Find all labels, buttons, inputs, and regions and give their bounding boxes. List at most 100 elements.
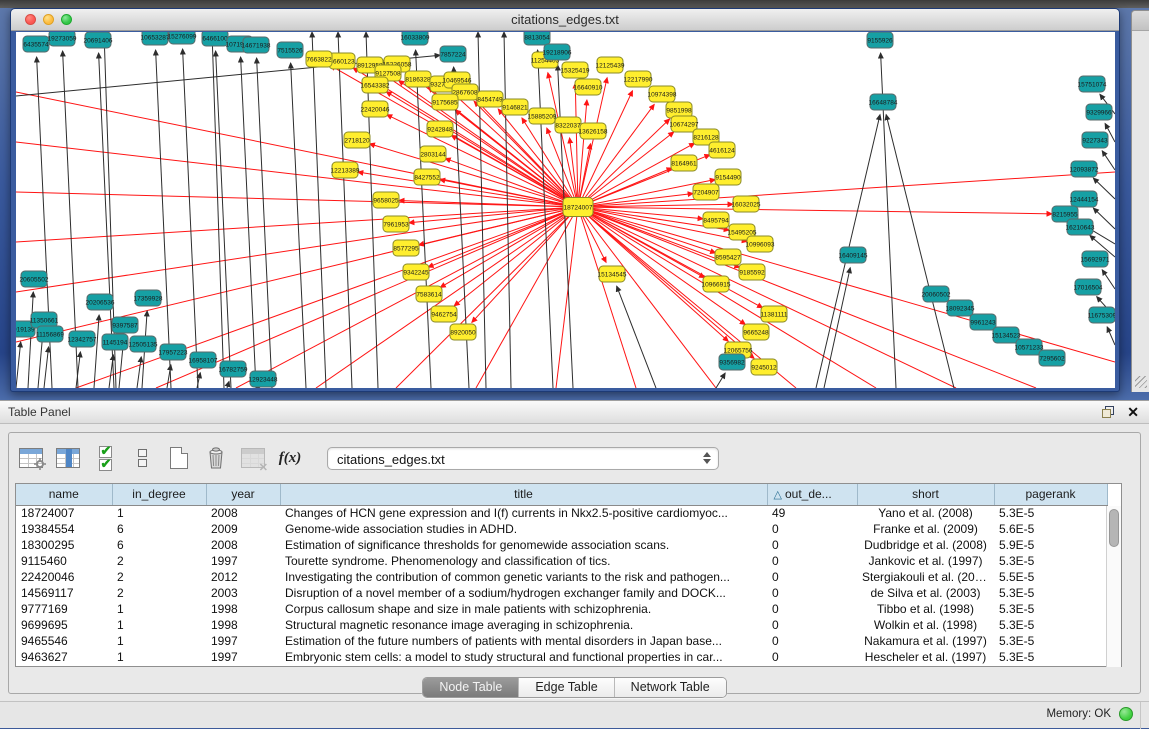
column-header-year[interactable]: year xyxy=(206,484,280,505)
graph-node[interactable]: 9245012 xyxy=(751,359,777,375)
graph-node[interactable]: 9329966 xyxy=(1086,104,1112,120)
citation-edge-black[interactable] xyxy=(212,32,224,388)
graph-node[interactable]: 16032025 xyxy=(732,196,761,212)
citation-edge-black[interactable] xyxy=(291,63,306,388)
graph-node[interactable]: 8577295 xyxy=(393,240,419,256)
citation-edge-black[interactable] xyxy=(1107,327,1115,345)
graph-node[interactable]: 8322037 xyxy=(555,117,581,133)
graph-node[interactable]: 16409145 xyxy=(839,247,868,263)
graph-node[interactable]: 9356982 xyxy=(719,354,745,370)
table-row[interactable]: 946362711997Embryonic stem cells: a mode… xyxy=(16,649,1107,665)
graph-node[interactable]: 7961953 xyxy=(383,216,409,232)
citation-edge-black[interactable] xyxy=(44,347,49,388)
graph-node[interactable]: 9227343 xyxy=(1082,132,1108,148)
graph-node[interactable]: 12093872 xyxy=(1070,161,1099,177)
graph-node[interactable]: 12444154 xyxy=(1070,191,1099,207)
citation-edge-black[interactable] xyxy=(504,32,511,388)
function-builder-icon[interactable]: f(x) xyxy=(276,444,304,472)
graph-node[interactable]: 12213389 xyxy=(331,162,360,178)
table-row[interactable]: 1938455462009Genome-wide association stu… xyxy=(16,521,1107,537)
graph-node[interactable]: 15276099 xyxy=(168,32,197,44)
citation-edge-black[interactable] xyxy=(312,32,326,388)
graph-node[interactable]: 1145194 xyxy=(102,334,128,350)
citation-edge-black[interactable] xyxy=(257,58,272,388)
citation-edge-black[interactable] xyxy=(478,32,486,388)
graph-node[interactable]: 4616124 xyxy=(709,142,735,158)
column-header-name[interactable]: name xyxy=(16,484,112,505)
table-row[interactable]: 1872400712008Changes of HCN gene express… xyxy=(16,505,1107,521)
graph-node[interactable]: 15134545 xyxy=(598,266,627,282)
tab-edge-table[interactable]: Edge Table xyxy=(519,678,614,697)
graph-node[interactable]: 11381111 xyxy=(761,306,788,322)
graph-node[interactable]: 9961243 xyxy=(970,314,996,330)
graph-node[interactable]: 16782759 xyxy=(219,361,248,377)
graph-node[interactable]: 8920050 xyxy=(450,324,476,340)
graph-node[interactable]: 9342245 xyxy=(403,264,429,280)
tab-network-table[interactable]: Network Table xyxy=(615,678,726,697)
background-window-sliver[interactable] xyxy=(1131,10,1149,392)
graph-node[interactable]: 9154490 xyxy=(715,169,741,185)
graph-node[interactable]: 8454749 xyxy=(477,91,503,107)
table-row[interactable]: 2242004622012Investigating the contribut… xyxy=(16,569,1107,585)
delete-column-icon[interactable] xyxy=(202,444,230,472)
graph-node[interactable]: 16958107 xyxy=(189,352,218,368)
table-options-icon[interactable] xyxy=(17,444,45,472)
table-selector-combobox[interactable]: citations_edges.txt xyxy=(327,447,719,470)
graph-node[interactable]: 12125439 xyxy=(596,57,625,73)
graph-node[interactable]: 7515526 xyxy=(277,42,303,58)
graph-node[interactable]: 22420046 xyxy=(361,101,390,117)
scrollbar-thumb[interactable] xyxy=(1109,509,1119,547)
memory-status-label[interactable]: Memory: OK xyxy=(1046,708,1111,720)
graph-node[interactable]: 17957223 xyxy=(159,344,188,360)
graph-node[interactable]: 16210643 xyxy=(1066,219,1095,235)
table-row[interactable]: 946554611997Estimation of the future num… xyxy=(16,633,1107,649)
citation-edge-red[interactable] xyxy=(316,207,578,388)
float-window-icon[interactable] xyxy=(1101,405,1115,419)
graph-node[interactable]: 12923448 xyxy=(249,371,278,387)
network-window-titlebar[interactable]: citations_edges.txt xyxy=(11,9,1119,31)
memory-status-icon[interactable] xyxy=(1119,707,1133,721)
table-row[interactable]: 1456911722003Disruption of a novel membe… xyxy=(16,585,1107,601)
graph-node[interactable]: 15325419 xyxy=(561,62,590,78)
graph-node[interactable]: 9175685 xyxy=(432,94,458,110)
citation-edge-black[interactable] xyxy=(227,381,229,388)
citation-edge-black[interactable] xyxy=(1102,270,1115,289)
graph-node[interactable]: 10996093 xyxy=(746,236,775,252)
graph-node[interactable]: 20060502 xyxy=(922,286,951,302)
citation-edge-black[interactable] xyxy=(156,50,171,388)
graph-node[interactable]: 17016504 xyxy=(1074,279,1103,295)
citation-edge-black[interactable] xyxy=(16,342,21,388)
column-header-pagerank[interactable]: pagerank xyxy=(994,484,1107,505)
graph-node[interactable]: 15751074 xyxy=(1078,76,1107,92)
graph-node[interactable]: 12342757 xyxy=(68,331,97,347)
graph-node[interactable]: 10966915 xyxy=(702,276,731,292)
graph-node[interactable]: 11675309 xyxy=(1088,307,1115,323)
citation-edge-black[interactable] xyxy=(338,32,352,388)
graph-node[interactable]: 9155926 xyxy=(867,32,893,48)
graph-node[interactable]: 12217990 xyxy=(624,71,653,87)
graph-node[interactable]: 7204907 xyxy=(693,184,719,200)
graph-node[interactable]: 9665248 xyxy=(743,324,769,340)
graph-hub-node[interactable]: 18724007 xyxy=(563,198,593,217)
graph-node[interactable]: 20691406 xyxy=(84,32,113,48)
graph-node[interactable]: 15692971 xyxy=(1081,251,1110,267)
graph-node[interactable]: 19273059 xyxy=(48,32,77,46)
citation-edge-red[interactable] xyxy=(578,172,1115,207)
graph-node[interactable]: 7857224 xyxy=(440,46,466,62)
column-header-short[interactable]: short xyxy=(857,484,994,505)
citation-edge-black[interactable] xyxy=(886,115,954,388)
graph-node[interactable]: 13626158 xyxy=(579,123,608,139)
graph-node[interactable]: 12505135 xyxy=(129,336,158,352)
graph-node[interactable]: 9146821 xyxy=(502,99,528,115)
graph-node[interactable]: 9397587 xyxy=(112,317,138,333)
delete-table-icon[interactable]: ✕ xyxy=(239,444,267,472)
graph-node[interactable]: 8595427 xyxy=(715,249,741,265)
graph-node[interactable]: 8813054 xyxy=(524,32,550,45)
graph-node[interactable]: 16543382 xyxy=(361,77,390,93)
graph-node[interactable]: 18092345 xyxy=(946,300,975,316)
graph-node[interactable]: 7583614 xyxy=(416,286,442,302)
graph-node[interactable]: 8427552 xyxy=(414,169,440,185)
graph-node[interactable]: 6466100 xyxy=(202,32,228,46)
citation-edge-black[interactable] xyxy=(137,357,141,388)
graph-node[interactable]: 8186328 xyxy=(405,71,431,87)
